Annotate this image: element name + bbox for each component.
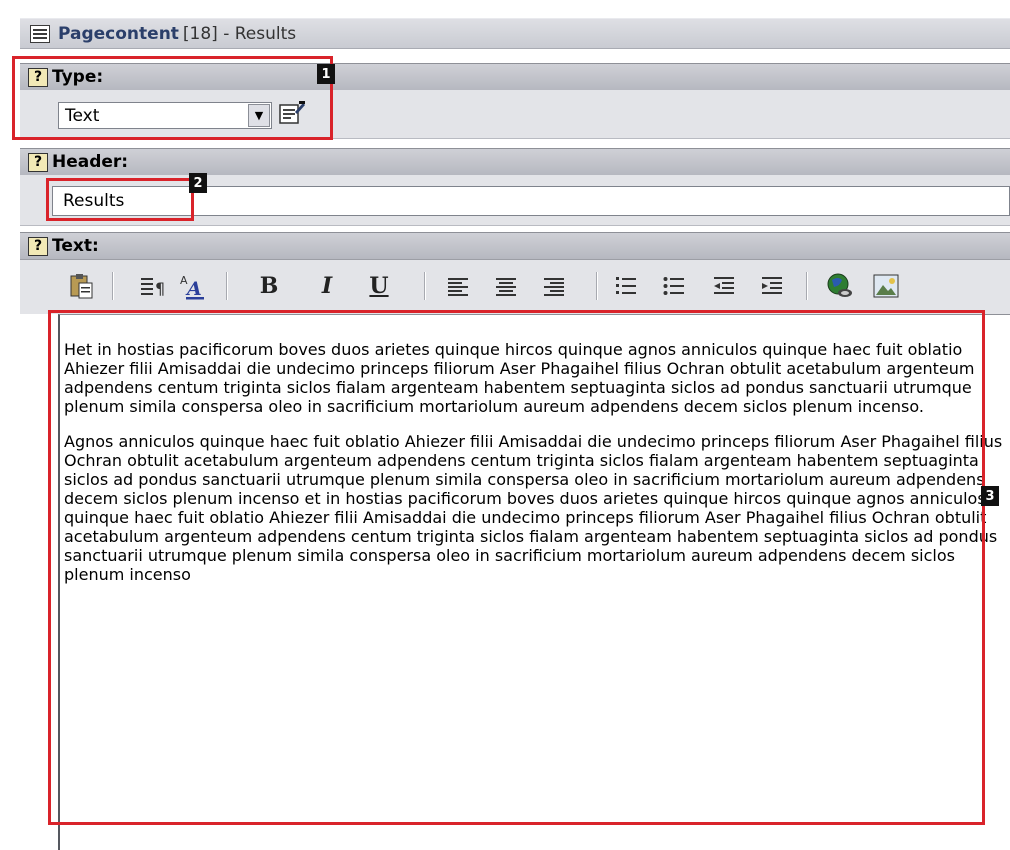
outdent-icon[interactable] [710, 270, 738, 302]
paste-icon[interactable] [66, 270, 96, 302]
rte-toolbar: ¶ A A B I U [20, 260, 1010, 314]
header-section-header: ? Header: [20, 148, 1010, 176]
annotation-badge: 2 [189, 173, 207, 193]
page-content-titlebar: Pagecontent [18] - Results [20, 18, 1010, 49]
ordered-list-icon[interactable] [612, 270, 640, 302]
help-icon[interactable]: ? [28, 236, 48, 256]
insert-link-icon[interactable] [824, 270, 856, 302]
content-type-name: Pagecontent [58, 23, 179, 44]
align-left-icon[interactable] [444, 270, 472, 302]
page-content-icon [30, 24, 50, 43]
insert-image-icon[interactable] [870, 270, 902, 302]
text-color-icon[interactable]: A A [176, 270, 210, 302]
annotation-box-text [48, 310, 985, 825]
indent-icon[interactable] [758, 270, 786, 302]
underline-button[interactable]: U [366, 270, 392, 302]
header-label: Header: [52, 152, 129, 172]
align-center-icon[interactable] [492, 270, 520, 302]
annotation-box-type [12, 56, 333, 140]
align-right-icon[interactable] [540, 270, 568, 302]
font-color-glyph: A [185, 278, 202, 300]
svg-text:¶: ¶ [155, 279, 164, 297]
format-block-icon[interactable]: ¶ [138, 270, 166, 302]
italic-button[interactable]: I [314, 270, 340, 302]
help-icon[interactable]: ? [28, 152, 48, 172]
text-label: Text: [52, 236, 99, 256]
bold-button[interactable]: B [256, 270, 282, 302]
unordered-list-icon[interactable] [660, 270, 688, 302]
text-section-header: ? Text: [20, 232, 1010, 260]
annotation-box-header [46, 178, 194, 221]
annotation-badge: 1 [317, 64, 335, 84]
content-record-title: [18] - Results [182, 23, 297, 44]
annotation-badge: 3 [981, 486, 999, 506]
